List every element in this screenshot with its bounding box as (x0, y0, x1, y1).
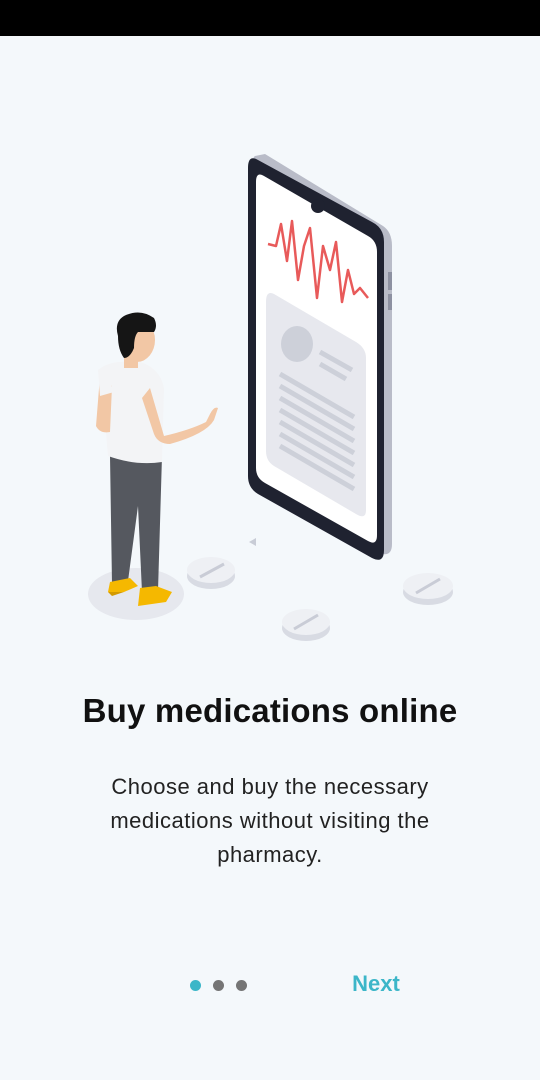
page-dot-1[interactable] (190, 979, 201, 991)
page-indicator (190, 978, 247, 992)
pill-illustration (282, 609, 330, 641)
pill-illustration (187, 557, 235, 589)
pill-illustration (403, 573, 453, 605)
phone-illustration (248, 154, 392, 560)
page-dot-2[interactable] (213, 979, 224, 991)
onboarding-description: Choose and buy the necessary medications… (110, 774, 430, 867)
onboarding-title: Buy medications online (82, 692, 458, 729)
status-bar (0, 0, 540, 36)
next-button[interactable]: Next (340, 964, 412, 1004)
medication-illustration (88, 154, 453, 641)
page-dot-3[interactable] (236, 979, 247, 991)
onboarding-screen: Buy medications online Choose and buy th… (0, 36, 540, 1080)
